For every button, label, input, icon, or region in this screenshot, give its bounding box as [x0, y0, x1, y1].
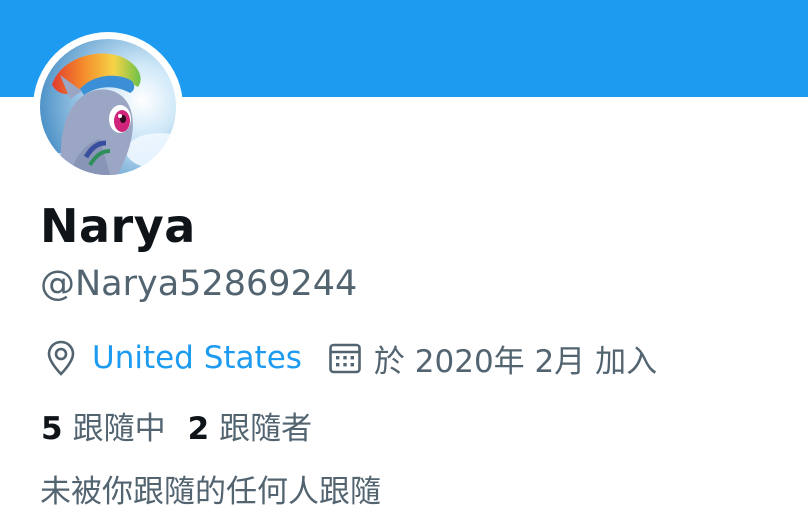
location-pin-icon — [44, 338, 78, 378]
avatar[interactable] — [33, 32, 183, 182]
followers-label: 跟隨者 — [219, 410, 313, 447]
following-count: 5 — [41, 410, 63, 447]
calendar-icon — [328, 338, 362, 378]
followers-count: 2 — [187, 410, 210, 447]
profile-page: Narya @Narya52869244 United States 於 202… — [0, 0, 808, 518]
followers-link[interactable]: 2 跟隨者 — [188, 403, 313, 448]
following-label: 跟隨中 — [72, 410, 166, 447]
user-handle: @Narya52869244 — [40, 264, 358, 304]
mutual-followers-note: 未被你跟隨的任何人跟隨 — [40, 474, 381, 510]
following-link[interactable]: 5 跟隨中 — [41, 403, 166, 448]
avatar-image — [40, 39, 176, 175]
joined-date: 於 2020年 2月 加入 — [373, 343, 658, 380]
profile-meta-row: United States 於 2020年 2月 加入 — [44, 334, 657, 382]
follow-stats: 5 跟隨中 2 跟隨者 — [41, 402, 312, 448]
display-name: Narya — [40, 199, 196, 253]
location-link[interactable]: United States — [92, 340, 302, 376]
